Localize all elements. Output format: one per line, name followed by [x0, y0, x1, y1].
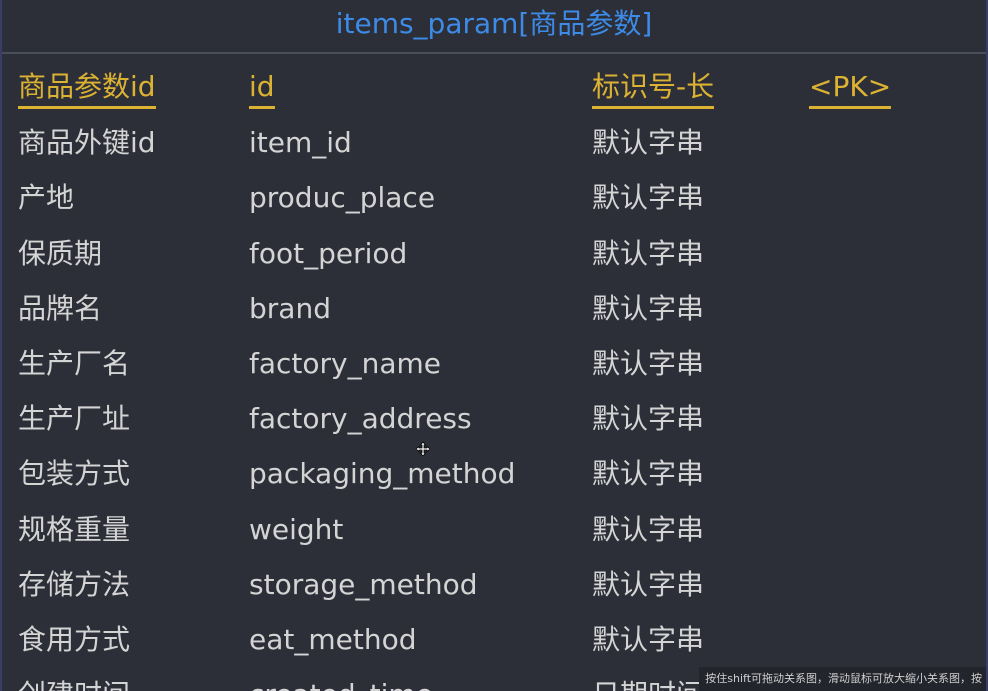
table-row[interactable]: 品牌名 brand 默认字串 [2, 279, 986, 334]
column-display-name: 商品外键id [18, 126, 156, 160]
primary-key-row[interactable]: 商品参数id id 标识号-长 <PK> [2, 58, 986, 113]
column-code: factory_name [249, 346, 442, 380]
column-type: 默认字串 [592, 236, 705, 270]
status-hint: 按住shift可拖动关系图，滑动鼠标可放大缩小关系图，按 [699, 667, 986, 691]
column-type: 默认字串 [592, 457, 705, 491]
column-code: brand [249, 291, 331, 325]
primary-key-badge: <PK> [809, 68, 892, 109]
column-code: factory_address [249, 402, 472, 436]
table-row[interactable]: 保质期 foot_period 默认字串 [2, 224, 986, 279]
column-display-name: 包装方式 [18, 457, 131, 491]
table-row[interactable]: 规格重量 weight 默认字串 [2, 500, 986, 555]
move-cursor-icon [416, 442, 430, 456]
column-display-name: 品牌名 [18, 291, 103, 325]
column-type: 默认字串 [592, 346, 705, 380]
table-row[interactable]: 食用方式 eat_method 默认字串 [2, 610, 986, 665]
column-display-name: 食用方式 [18, 622, 131, 656]
column-code: storage_method [249, 567, 478, 601]
column-type: 标识号-长 [592, 68, 715, 109]
table-title: items_param[商品参数] [2, 0, 986, 54]
column-code: packaging_method [249, 457, 516, 491]
column-type: 默认字串 [592, 402, 705, 436]
column-display-name: 保质期 [18, 236, 103, 270]
column-type: 默认字串 [592, 126, 705, 160]
table-row[interactable]: 存储方法 storage_method 默认字串 [2, 555, 986, 610]
table-row[interactable]: 商品外键id item_id 默认字串 [2, 113, 986, 168]
column-type: 默认字串 [592, 622, 705, 656]
column-code: eat_method [249, 622, 417, 656]
column-code: created_time [249, 675, 433, 691]
column-code: produc_place [249, 181, 436, 215]
column-code: weight [249, 512, 344, 546]
table-row[interactable]: 生产厂名 factory_name 默认字串 [2, 334, 986, 389]
column-type: 日期时间 [592, 675, 704, 691]
column-type: 默认字串 [592, 291, 705, 325]
column-display-name: 存储方法 [18, 567, 131, 601]
column-code: foot_period [249, 236, 408, 270]
table-row[interactable]: 包装方式 packaging_method 默认字串 [2, 444, 986, 499]
column-type: 默认字串 [592, 181, 705, 215]
column-display-name: 生产厂址 [18, 402, 131, 436]
column-code: item_id [249, 126, 352, 160]
entity-table-panel[interactable]: items_param[商品参数] 商品参数id id 标识号-长 <PK> 商… [0, 0, 988, 691]
column-code: id [249, 68, 275, 109]
table-row[interactable]: 生产厂址 factory_address 默认字串 [2, 389, 986, 444]
column-type: 默认字串 [592, 567, 705, 601]
column-display-name: 生产厂名 [18, 346, 131, 380]
column-display-name: 产地 [18, 181, 75, 215]
column-type: 默认字串 [592, 512, 705, 546]
column-list: 商品参数id id 标识号-长 <PK> 商品外键id item_id 默认字串… [2, 58, 986, 691]
column-display-name: 创建时间 [18, 675, 130, 691]
table-row[interactable]: 产地 produc_place 默认字串 [2, 168, 986, 223]
column-display-name: 规格重量 [18, 512, 131, 546]
column-display-name: 商品参数id [18, 68, 156, 109]
